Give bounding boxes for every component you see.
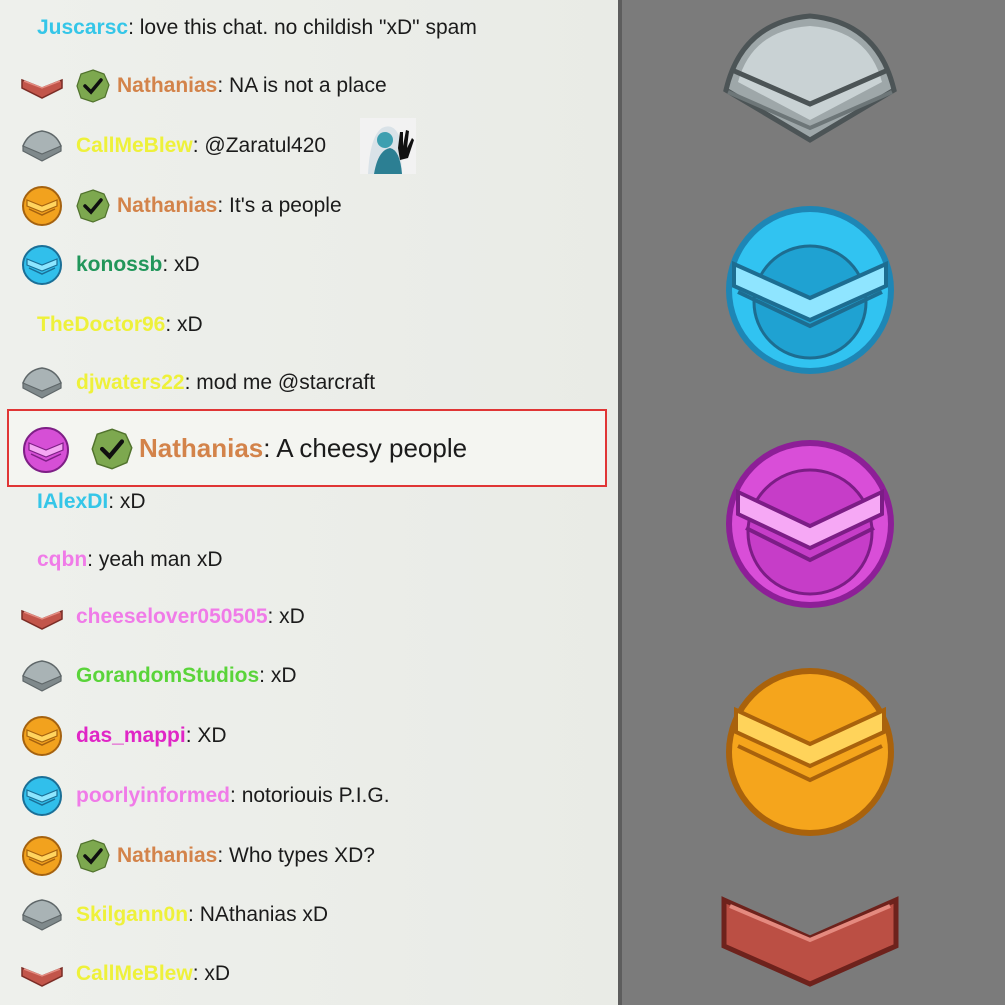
verified-check-icon [76,189,110,223]
username[interactable]: konossb [76,253,162,276]
username[interactable]: cheeselover050505 [76,605,268,628]
purple-orb-icon [23,427,69,473]
username[interactable]: Skilgann0n [76,903,188,926]
chat-message: cqbn: yeah man xD [37,548,223,571]
chat-message: CallMeBlew: xD [0,954,618,994]
message-text: notoriouis P.I.G. [241,784,390,807]
username[interactable]: Nathanias [117,74,217,97]
chat-message: Juscarsc: love this chat. no childish "x… [37,16,477,39]
username[interactable]: CallMeBlew [76,962,193,985]
message-text: xD [204,962,231,985]
wave-emote-icon [360,118,416,174]
gray-chevron-icon [22,367,62,399]
highlighted-message: Nathanias: A cheesy people [7,409,607,487]
username[interactable]: GorandomStudios [76,664,259,687]
chat-message: Skilgann0n: NAthanias xD [0,895,618,935]
message-text: xD [119,490,146,513]
username[interactable]: IAlexDI [37,490,108,513]
username[interactable]: poorlyinformed [76,784,230,807]
chat-message: GorandomStudios: xD [0,656,618,696]
red-chevron-icon [21,78,63,99]
chat-message: poorlyinformed: notoriouis P.I.G. [0,776,618,816]
orange-orb-icon [22,716,62,756]
verified-check-icon [76,69,110,103]
username[interactable]: cqbn [37,548,87,571]
message-text: xD [174,253,200,276]
verified-check-icon [76,839,110,873]
chat-message: djwaters22: mod me @starcraft [0,363,618,403]
red-chevron-icon [21,609,63,630]
chat-message: cheeselover050505: xD [0,597,618,637]
blue-orb-badge-icon [726,206,894,374]
username[interactable]: CallMeBlew [76,134,193,157]
chat-message: Nathanias: Who types XD? [0,836,618,876]
chat-message: Nathanias: NA is not a place [0,66,618,106]
username[interactable]: TheDoctor96 [37,313,165,336]
username[interactable]: Nathanias [139,433,263,463]
message-text: @Zaratul420 [204,134,327,157]
message-text: xD [279,605,305,628]
red-chevron-icon [21,966,63,987]
red-chevron-badge-icon [721,896,899,987]
badge-legend-panel [622,0,1005,1005]
chat-message: CallMeBlew: @Zaratul420 [0,118,618,174]
chat-message: das_mappi: XD [0,716,618,756]
message-text: NAthanias xD [199,903,329,926]
gray-chevron-icon [22,660,62,692]
blue-orb-icon [22,245,62,285]
orange-orb-icon [22,186,62,226]
message-text: love this chat. no childish "xD" spam [139,16,477,39]
gray-chevron-icon [22,130,62,162]
message-text: Who types XD? [229,844,375,867]
orange-orb-badge-icon [726,668,894,836]
blue-orb-icon [22,776,62,816]
username[interactable]: Juscarsc [37,16,128,39]
username[interactable]: Nathanias [117,844,217,867]
username[interactable]: das_mappi [76,724,186,747]
chat-message: TheDoctor96: xD [37,313,203,336]
gray-chevron-icon [22,899,62,931]
chat-message: konossb: xD [0,245,618,285]
chat-message: IAlexDI: xD [37,490,146,513]
message-text: A cheesy people [276,433,468,463]
message-text: xD [177,313,203,336]
message-text: yeah man xD [98,548,223,571]
orange-orb-icon [22,836,62,876]
message-text: xD [270,664,297,687]
gray-chevron-badge-icon [723,13,897,143]
username[interactable]: djwaters22 [76,371,185,394]
username[interactable]: Nathanias [117,194,217,217]
chat-message: Nathanias: It's a people [0,186,618,226]
chat-panel: Juscarsc: love this chat. no childish "x… [0,0,618,1005]
message-text: NA is not a place [229,74,387,97]
verified-check-icon [91,428,133,470]
purple-orb-badge-icon [726,440,894,608]
message-text: mod me @starcraft [196,371,376,394]
message-text: It's a people [229,194,342,217]
message-text: XD [197,724,227,747]
